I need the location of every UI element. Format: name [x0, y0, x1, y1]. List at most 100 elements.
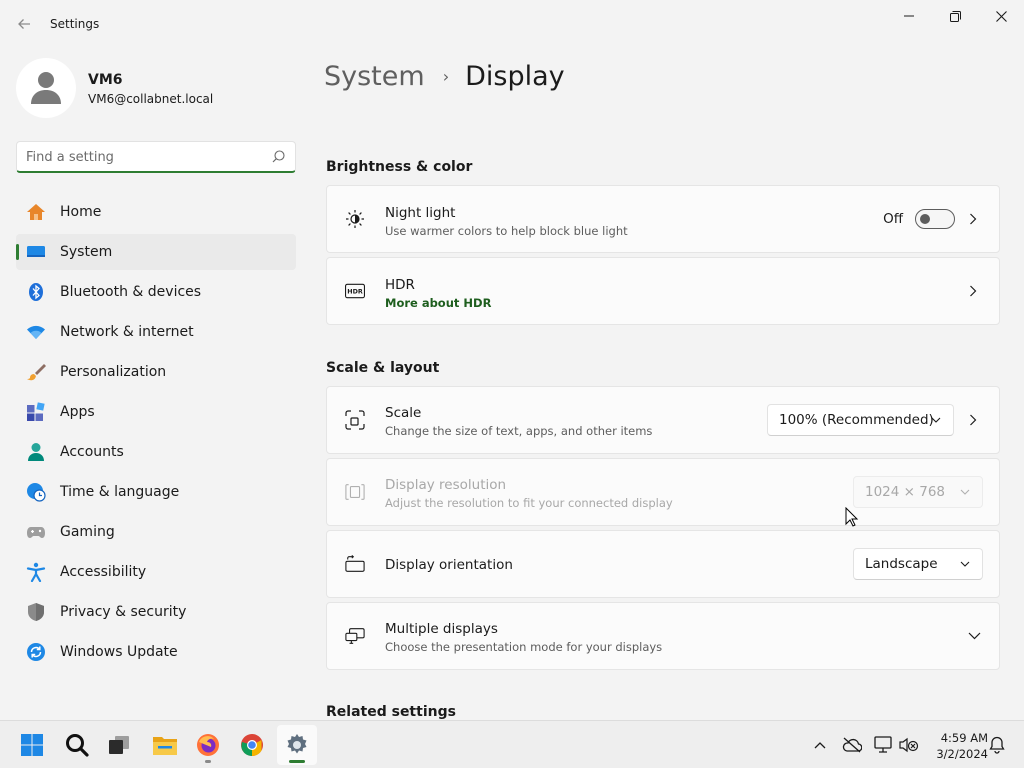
scale-dropdown[interactable]: 100% (Recommended) [767, 404, 954, 436]
brightness-icon [345, 209, 365, 229]
person-placeholder-icon [31, 72, 61, 104]
night-light-card[interactable]: Night light Use warmer colors to help bl… [326, 185, 1000, 253]
orientation-dropdown[interactable]: Landscape [853, 548, 983, 580]
section-title-related-settings: Related settings [326, 704, 456, 720]
chevron-right-icon[interactable] [967, 414, 979, 426]
display-resolution-title: Display resolution [385, 477, 507, 493]
multiple-displays-subtitle: Choose the presentation mode for your di… [385, 640, 663, 654]
title-bar: Settings [0, 0, 1024, 48]
sidebar-item-bluetooth[interactable]: Bluetooth & devices [16, 274, 296, 310]
chevron-down-icon[interactable] [967, 630, 981, 642]
minimize-button[interactable] [886, 0, 932, 32]
chrome-button[interactable] [232, 725, 272, 765]
chevron-right-icon[interactable] [967, 213, 979, 225]
taskbar-search-button[interactable] [57, 725, 97, 765]
notification-bell-icon[interactable] [985, 733, 1009, 757]
bluetooth-icon [26, 282, 46, 302]
resolution-dropdown-value: 1024 × 768 [865, 484, 946, 500]
avatar[interactable] [16, 58, 76, 118]
task-view-icon [109, 736, 129, 754]
wifi-icon [26, 322, 46, 342]
sidebar-item-label: Accessibility [60, 564, 147, 580]
minimize-icon [904, 15, 914, 17]
hdr-icon: HDR [345, 281, 365, 301]
night-light-toggle[interactable] [915, 209, 955, 229]
firefox-button[interactable] [188, 725, 228, 765]
toggle-knob [920, 214, 930, 224]
brush-icon [26, 362, 46, 382]
search-box[interactable] [16, 141, 296, 173]
sidebar-item-label: Privacy & security [60, 604, 187, 620]
chevron-down-icon [960, 489, 970, 495]
sidebar-item-gaming[interactable]: Gaming [16, 514, 296, 550]
system-clock[interactable]: 4:59 AM 3/2/2024 [926, 730, 988, 762]
sidebar-item-personalization[interactable]: Personalization [16, 354, 296, 390]
scale-card[interactable]: Scale Change the size of text, apps, and… [326, 386, 1000, 454]
scale-subtitle: Change the size of text, apps, and other… [385, 424, 653, 438]
sidebar-item-accessibility[interactable]: Accessibility [16, 554, 296, 590]
mouse-cursor-icon [845, 507, 859, 527]
multiple-displays-icon [345, 626, 365, 646]
chevron-right-icon[interactable] [967, 285, 979, 297]
sidebar-item-label: Accounts [60, 444, 124, 460]
close-icon [995, 10, 1007, 22]
night-light-title: Night light [385, 205, 456, 221]
sidebar-item-windows-update[interactable]: Windows Update [16, 634, 296, 670]
display-orientation-card[interactable]: Display orientation Landscape [326, 530, 1000, 598]
multiple-displays-card[interactable]: Multiple displays Choose the presentatio… [326, 602, 1000, 670]
sidebar-item-time-language[interactable]: Time & language [16, 474, 296, 510]
svg-text:HDR: HDR [347, 289, 363, 296]
search-input[interactable] [26, 148, 256, 166]
home-icon [26, 202, 46, 222]
breadcrumb-parent[interactable]: System [324, 61, 425, 92]
settings-taskbar-button[interactable] [277, 725, 317, 765]
sidebar-item-label: Windows Update [60, 644, 178, 660]
display-orientation-title: Display orientation [385, 557, 513, 573]
scale-title: Scale [385, 405, 422, 421]
sidebar-item-privacy-security[interactable]: Privacy & security [16, 594, 296, 630]
search-icon[interactable] [272, 150, 285, 163]
sidebar-item-label: Apps [60, 404, 95, 420]
shield-icon [26, 602, 46, 622]
section-title-brightness: Brightness & color [326, 159, 473, 175]
volume-muted-icon[interactable] [897, 733, 921, 757]
chevron-up-icon[interactable] [808, 733, 832, 757]
user-name: VM6 [88, 72, 123, 88]
start-button[interactable] [12, 725, 52, 765]
more-about-hdr-link[interactable]: More about HDR [385, 296, 491, 310]
close-button[interactable] [978, 0, 1024, 32]
hdr-title: HDR [385, 277, 415, 293]
task-view-button[interactable] [99, 725, 139, 765]
resolution-dropdown: 1024 × 768 [853, 476, 983, 508]
multiple-displays-title: Multiple displays [385, 621, 498, 637]
back-button[interactable] [12, 12, 36, 36]
file-explorer-button[interactable] [145, 725, 185, 765]
section-title-scale-layout: Scale & layout [326, 360, 440, 376]
arrow-left-icon [18, 19, 30, 29]
sidebar-item-label: Bluetooth & devices [60, 284, 202, 300]
hdr-card[interactable]: HDR HDR More about HDR [326, 257, 1000, 325]
sidebar-item-system[interactable]: System [16, 234, 296, 270]
sidebar-item-apps[interactable]: Apps [16, 394, 296, 430]
sidebar-item-label: Gaming [60, 524, 115, 540]
user-email: VM6@collabnet.local [88, 92, 214, 106]
orientation-dropdown-value: Landscape [865, 556, 938, 572]
sidebar-item-label: Home [60, 204, 102, 220]
breadcrumb: System › Display [324, 58, 565, 94]
taskbar: 4:59 AM 3/2/2024 [0, 720, 1024, 768]
sidebar-item-network[interactable]: Network & internet [16, 314, 296, 350]
sidebar-item-label: Time & language [60, 484, 180, 500]
settings-icon [287, 734, 307, 754]
network-icon[interactable] [872, 733, 896, 757]
sidebar-item-label: Network & internet [60, 324, 194, 340]
orientation-icon [345, 554, 365, 574]
chevron-down-icon [960, 561, 970, 567]
maximize-button[interactable] [932, 0, 978, 32]
sidebar-item-accounts[interactable]: Accounts [16, 434, 296, 470]
monitor-icon [26, 242, 46, 262]
onedrive-icon[interactable] [840, 733, 864, 757]
sidebar-item-home[interactable]: Home [16, 194, 296, 230]
apps-icon [26, 402, 46, 422]
sidebar-item-label: System [60, 244, 113, 260]
night-light-subtitle: Use warmer colors to help block blue lig… [385, 224, 628, 238]
